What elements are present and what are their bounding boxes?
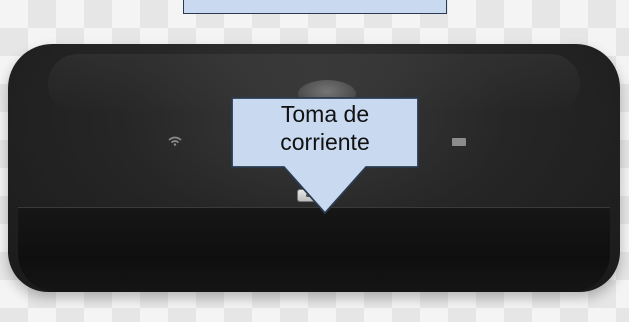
power-outlet-callout: Toma de corriente (231, 97, 419, 215)
battery-icon (452, 138, 466, 146)
callout-label: Toma de corriente (231, 100, 419, 156)
callout-label-line1: Toma de (280, 101, 370, 127)
top-callout-box (183, 0, 447, 14)
callout-label-line2: corriente (280, 129, 370, 155)
wifi-icon (168, 136, 182, 149)
device-front-panel (18, 207, 610, 292)
